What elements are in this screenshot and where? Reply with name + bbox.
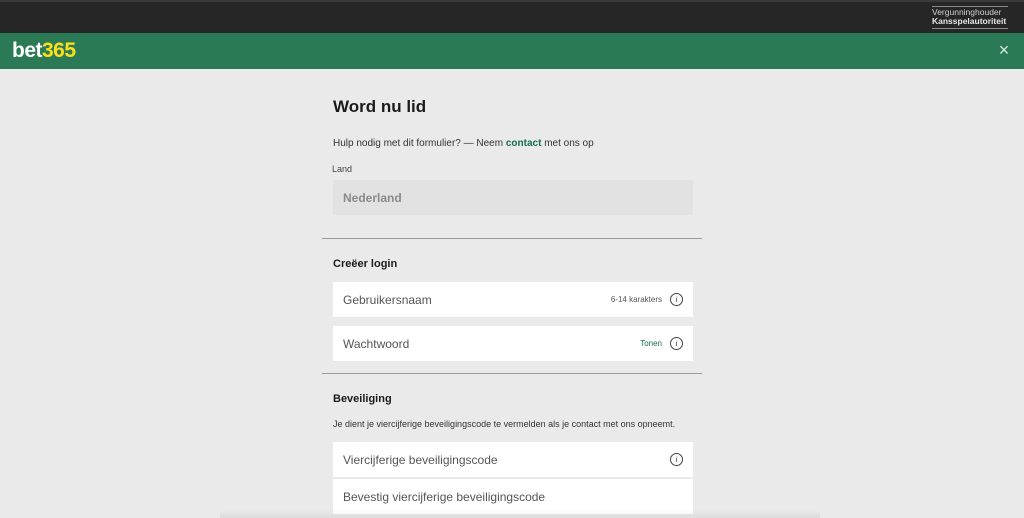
close-icon[interactable]: × [996, 41, 1012, 59]
help-prefix: Hulp nodig met dit formulier? — Neem [333, 138, 504, 149]
country-value: Nederland [343, 190, 402, 205]
divider [322, 373, 702, 374]
info-icon[interactable]: i [670, 293, 683, 306]
security-description: Je dient je viercijferige beveiligingsco… [333, 419, 676, 429]
top-bar: Vergunninghouder Kansspelautoriteit [0, 0, 1024, 33]
logo-text-bet: bet [12, 39, 43, 62]
security-code-placeholder: Viercijferige beveiligingscode [343, 452, 498, 467]
bottom-shadow [220, 510, 820, 518]
country-label: Land [332, 164, 353, 174]
username-field[interactable]: Gebruikersnaam 6-14 karakters i [333, 282, 693, 317]
contact-link[interactable]: contact [506, 138, 542, 149]
security-section-title: Beveiliging [333, 393, 392, 405]
header: bet365 × [0, 33, 1024, 69]
info-icon[interactable]: i [670, 453, 683, 466]
show-password-toggle[interactable]: Tonen [640, 339, 662, 348]
security-code-field[interactable]: Viercijferige beveiligingscode i [333, 442, 693, 477]
info-icon[interactable]: i [670, 337, 683, 350]
help-text: Hulp nodig met dit formulier? — Neem con… [333, 138, 594, 149]
confirm-security-code-field[interactable]: Bevestig viercijferige beveiligingscode [333, 479, 693, 514]
username-hint: 6-14 karakters [610, 295, 662, 304]
country-field: Nederland [333, 180, 693, 215]
bet365-logo[interactable]: bet365 [12, 40, 76, 62]
license-line2: Kansspelautoriteit [932, 16, 1007, 26]
confirm-code-placeholder: Bevestig viercijferige beveiligingscode [343, 489, 546, 504]
help-suffix: met ons op [544, 138, 594, 149]
username-placeholder: Gebruikersnaam [343, 292, 432, 307]
page-title: Word nu lid [333, 97, 427, 116]
password-placeholder: Wachtwoord [343, 336, 410, 351]
logo-text-365: 365 [42, 39, 76, 62]
login-section-title: Creëer login [333, 258, 398, 270]
password-field[interactable]: Wachtwoord Tonen i [333, 326, 693, 361]
divider [322, 238, 702, 239]
license-badge[interactable]: Vergunninghouder Kansspelautoriteit [932, 6, 1008, 29]
